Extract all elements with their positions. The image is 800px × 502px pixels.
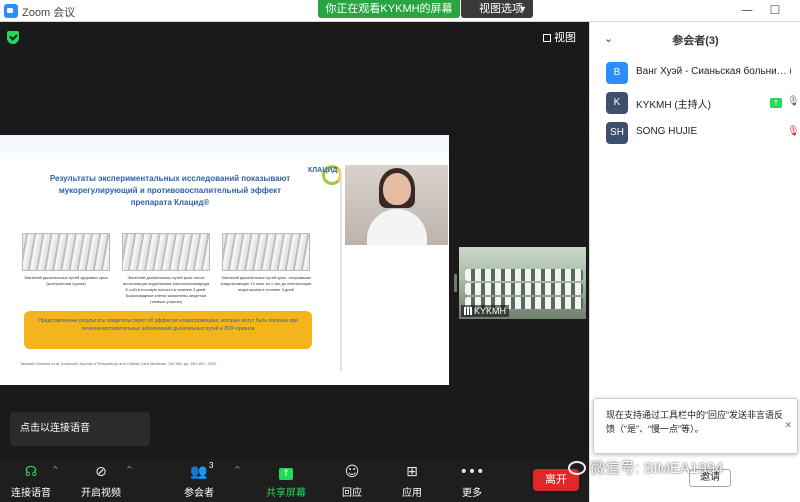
screen-share-banner: 你正在观看KYKMH的屏幕 <box>318 0 460 18</box>
slide-callout: Представленные результаты свидетельствую… <box>24 311 312 349</box>
microphone-icon: 🎙 <box>787 96 800 107</box>
participant-video-thumbnail[interactable]: KYKMH <box>459 247 586 319</box>
maximize-button[interactable]: ☐ <box>768 3 782 17</box>
brand-name: КЛАЦИД <box>308 167 338 174</box>
meeting-view: 视图 Результаты экспериментальных исследов… <box>0 22 589 460</box>
join-audio-button[interactable]: ☊ 连接语音 <box>8 463 54 501</box>
chevron-down-icon: ▼ <box>518 4 527 14</box>
share-screen-label: 共享屏幕 <box>266 488 306 499</box>
participant-name: KYKMH (主持人) <box>636 100 711 111</box>
audience-row <box>465 283 583 295</box>
apps-label: 应用 <box>402 488 422 499</box>
signal-bars-icon <box>464 307 472 315</box>
reactions-button[interactable]: ☺ 回应 <box>334 463 370 501</box>
more-button[interactable]: ••• 更多 <box>454 463 490 501</box>
share-screen-icon: ↑ <box>262 463 310 481</box>
histology-image-3 <box>222 233 310 271</box>
participants-options-chevron-icon[interactable]: ^ <box>234 465 241 474</box>
security-shield-icon[interactable] <box>7 31 19 44</box>
callout-text: Представленные результаты свидетельствую… <box>38 318 298 332</box>
start-video-label: 开启视频 <box>81 488 121 499</box>
view-label: 视图 <box>554 32 576 44</box>
avatar: K <box>606 92 628 114</box>
slide-header-decoration <box>0 135 449 165</box>
people-icon: 👥 <box>190 464 208 480</box>
participant-name: SONG HUJIE <box>636 126 698 137</box>
avatar: B <box>606 62 628 84</box>
audio-tooltip: 点击以连接语音 <box>10 412 150 446</box>
zoom-logo-icon <box>4 4 18 18</box>
view-options-button[interactable]: 视图选项 ▼ <box>461 0 533 18</box>
slide-footnote: Tamaoki Shimizu et al. American Journal … <box>20 361 217 366</box>
screen-share-status-icon: ↑ <box>770 98 782 108</box>
histology-image-2 <box>122 233 210 271</box>
participants-panel-title: 参会者(3) <box>672 35 719 47</box>
thumbnail-name: KYKMH <box>474 306 507 316</box>
thumbnail-name-label: KYKMH <box>461 305 510 317</box>
close-icon[interactable]: ✕ <box>784 421 792 431</box>
title-bar: Zoom 会议 你正在观看KYKMH的屏幕 视图选项 ▼ — ☐ <box>0 0 800 22</box>
participants-count: 3 <box>209 461 214 470</box>
participant-row[interactable]: K KYKMH (主持人) ↑ 🎙 <box>590 89 800 117</box>
zoom-window: Zoom 会议 你正在观看KYKMH的屏幕 视图选项 ▼ — ☐ 视图 Резу… <box>0 0 800 502</box>
slide-title-line-2: мукорегулирующий и противовоспалительный… <box>58 186 282 195</box>
view-button[interactable]: 视图 <box>543 29 581 45</box>
audio-options-chevron-icon[interactable]: ^ <box>52 465 59 474</box>
view-options-label: 视图选项 <box>479 3 523 15</box>
avatar: SH <box>606 122 628 144</box>
headphones-icon: ☊ <box>24 464 38 480</box>
histology-caption-3: Эпителий дыхательных путей крыс, получав… <box>220 275 312 292</box>
speaker-face <box>383 173 411 205</box>
apps-button[interactable]: ⊞ 应用 <box>394 463 430 501</box>
histology-caption-2: Эпителий дыхательных путей крыс после ин… <box>122 275 210 304</box>
participants-label: 参会者 <box>184 488 214 499</box>
participants-button[interactable]: 👥 参会者 3 <box>176 461 222 501</box>
reactions-notification: 现在支持通过工具栏中的“回应”发送非言语反馈（“是”、“慢一点”等）。 ✕ <box>593 398 798 454</box>
meeting-toolbar: ☊ 连接语音 ^ ⊘ 开启视频 ^ 👥 参会者 3 ^ ↑ 共享屏幕 ☺ 回应 … <box>0 460 589 502</box>
start-video-button[interactable]: ⊘ 开启视频 <box>78 463 124 501</box>
speaker-video <box>345 165 448 245</box>
more-dots-icon: ••• <box>459 464 485 480</box>
minimize-button[interactable]: — <box>740 3 754 17</box>
more-label: 更多 <box>462 488 482 499</box>
participant-row[interactable]: SH SONG HUJIE 🎙 <box>590 119 800 147</box>
participant-name: Ванг Хуэй - Сианьская больни… (я) <box>636 66 791 77</box>
share-screen-button[interactable]: ↑ 共享屏幕 <box>262 463 310 501</box>
wechat-watermark: 微信号: SIMEA1994 <box>568 457 778 481</box>
histology-image-1 <box>22 233 110 271</box>
window-title: Zoom 会议 <box>22 7 76 19</box>
speaker-body <box>367 209 427 245</box>
slide-divider <box>340 171 342 371</box>
smiley-icon: ☺ <box>344 464 360 480</box>
video-options-chevron-icon[interactable]: ^ <box>126 465 133 474</box>
apps-icon: ⊞ <box>406 464 418 480</box>
histology-caption-1: Эпителий дыхательных путей здоровых крыс… <box>23 275 109 286</box>
video-off-icon: ⊘ <box>95 464 107 480</box>
join-audio-label: 连接语音 <box>11 488 51 499</box>
slide-title: Результаты экспериментальных исследовани… <box>20 173 320 209</box>
reactions-label: 回应 <box>342 488 362 499</box>
notification-text: 现在支持通过工具栏中的“回应”发送非言语反馈（“是”、“慢一点”等）。 <box>606 410 783 434</box>
wechat-icon <box>568 461 586 475</box>
microphone-muted-icon: 🎙 <box>787 126 800 137</box>
slide-title-line-1: Результаты экспериментальных исследовани… <box>49 174 291 183</box>
thumbnail-drag-handle[interactable] <box>454 274 457 292</box>
watermark-text: 微信号: SIMEA1994 <box>590 460 724 477</box>
participant-row[interactable]: B Ванг Хуэй - Сианьская больни… (я) <box>590 59 800 87</box>
grid-icon <box>543 34 551 42</box>
audience-row <box>465 269 583 281</box>
slide-title-line-3: препарата Клацид® <box>130 198 210 207</box>
